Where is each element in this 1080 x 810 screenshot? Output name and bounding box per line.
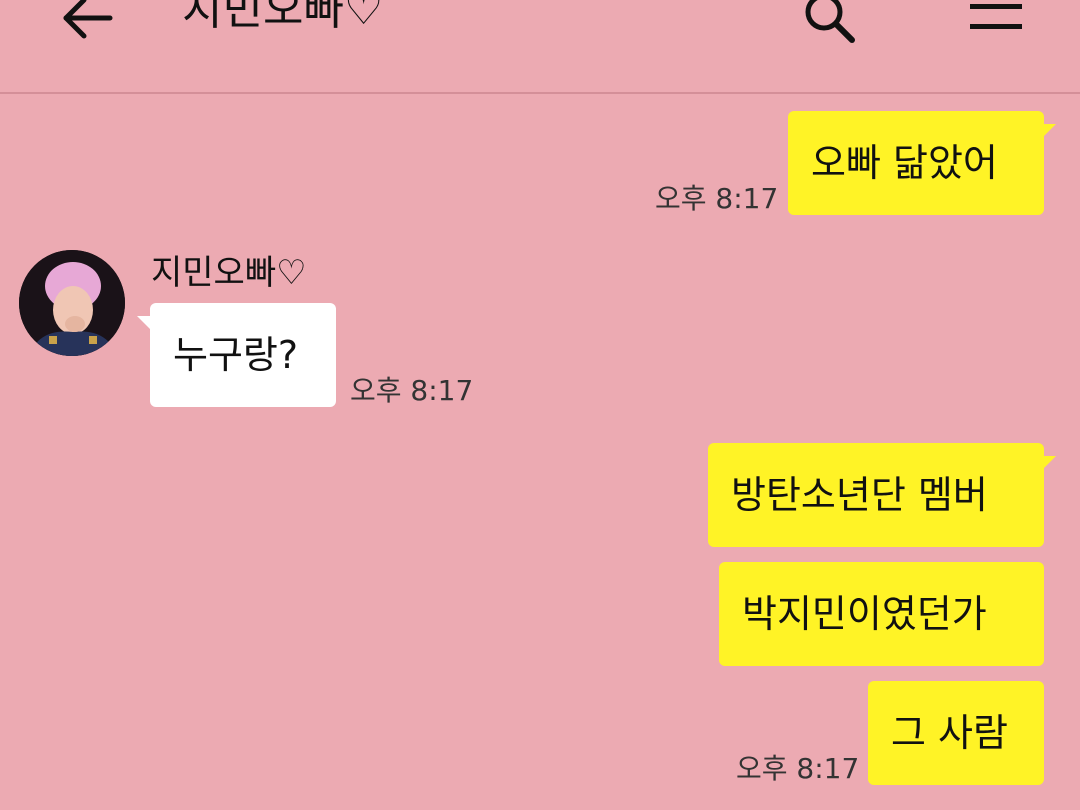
message-time: 오후 8:17: [350, 374, 474, 407]
search-button[interactable]: [800, 0, 860, 50]
menu-button[interactable]: [966, 0, 1026, 42]
contact-avatar[interactable]: [19, 250, 125, 356]
chat-title: 지민오빠♡: [182, 0, 384, 35]
hamburger-menu-icon: [970, 4, 1022, 29]
message-time: 오후 8:17: [736, 752, 860, 785]
my-message-bubble[interactable]: 그 사람: [868, 681, 1044, 785]
message-time: 오후 8:17: [655, 182, 779, 215]
my-message-bubble[interactable]: 방탄소년단 멤버: [708, 443, 1044, 547]
my-message-bubble[interactable]: 박지민이였던가: [719, 562, 1044, 666]
arrow-left-icon: [63, 0, 113, 39]
search-icon: [805, 0, 855, 43]
chat-header: 지민오빠♡: [0, 0, 1080, 94]
bubble-tail: [1042, 456, 1056, 470]
profile-photo-image: [19, 250, 125, 356]
back-button[interactable]: [58, 0, 118, 48]
bubble-tail: [1042, 124, 1056, 138]
my-message-bubble[interactable]: 오빠 닮았어: [788, 111, 1044, 215]
bubble-tail: [137, 316, 151, 330]
their-message-bubble[interactable]: 누구랑?: [150, 303, 336, 407]
contact-name: 지민오빠♡: [151, 253, 307, 293]
